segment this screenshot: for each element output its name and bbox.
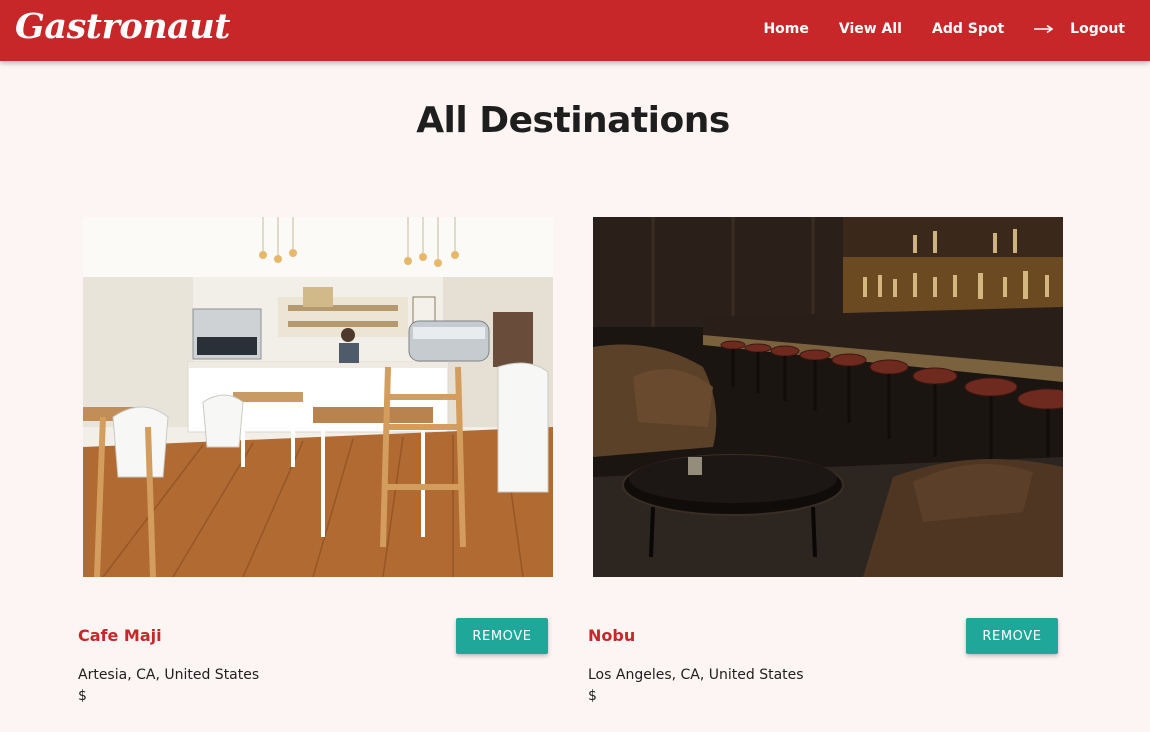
destination-photo — [83, 217, 553, 577]
remove-button[interactable]: REMOVE — [966, 618, 1058, 654]
destination-price: $ — [78, 688, 87, 704]
destination-name[interactable]: Nobu — [588, 626, 635, 645]
destination-location: Artesia, CA, United States — [78, 667, 260, 683]
nav-home-link[interactable]: Home — [763, 21, 808, 37]
destination-location: Los Angeles, CA, United States — [588, 667, 804, 683]
destination-price: $ — [588, 688, 597, 704]
nav-view-all-link[interactable]: View All — [839, 21, 902, 37]
page-title: All Destinations — [416, 100, 730, 141]
arrow-right-icon — [1034, 24, 1054, 34]
main-nav: Home View All Add Spot Logout — [763, 0, 1125, 58]
top-nav-bar: Gastronaut Home View All Add Spot Logout — [0, 0, 1150, 61]
remove-button[interactable]: REMOVE — [456, 618, 548, 654]
logout-label: Logout — [1070, 21, 1125, 37]
logout-link[interactable]: Logout — [1034, 21, 1125, 37]
nav-add-spot-link[interactable]: Add Spot — [932, 21, 1004, 37]
destination-card: Cafe Maji REMOVE Artesia, CA, United Sta… — [78, 217, 558, 717]
brand-logo[interactable]: Gastronaut — [15, 4, 230, 50]
destination-name[interactable]: Cafe Maji — [78, 626, 162, 645]
destination-photo — [593, 217, 1063, 577]
destination-card: Nobu REMOVE Los Angeles, CA, United Stat… — [588, 217, 1068, 717]
